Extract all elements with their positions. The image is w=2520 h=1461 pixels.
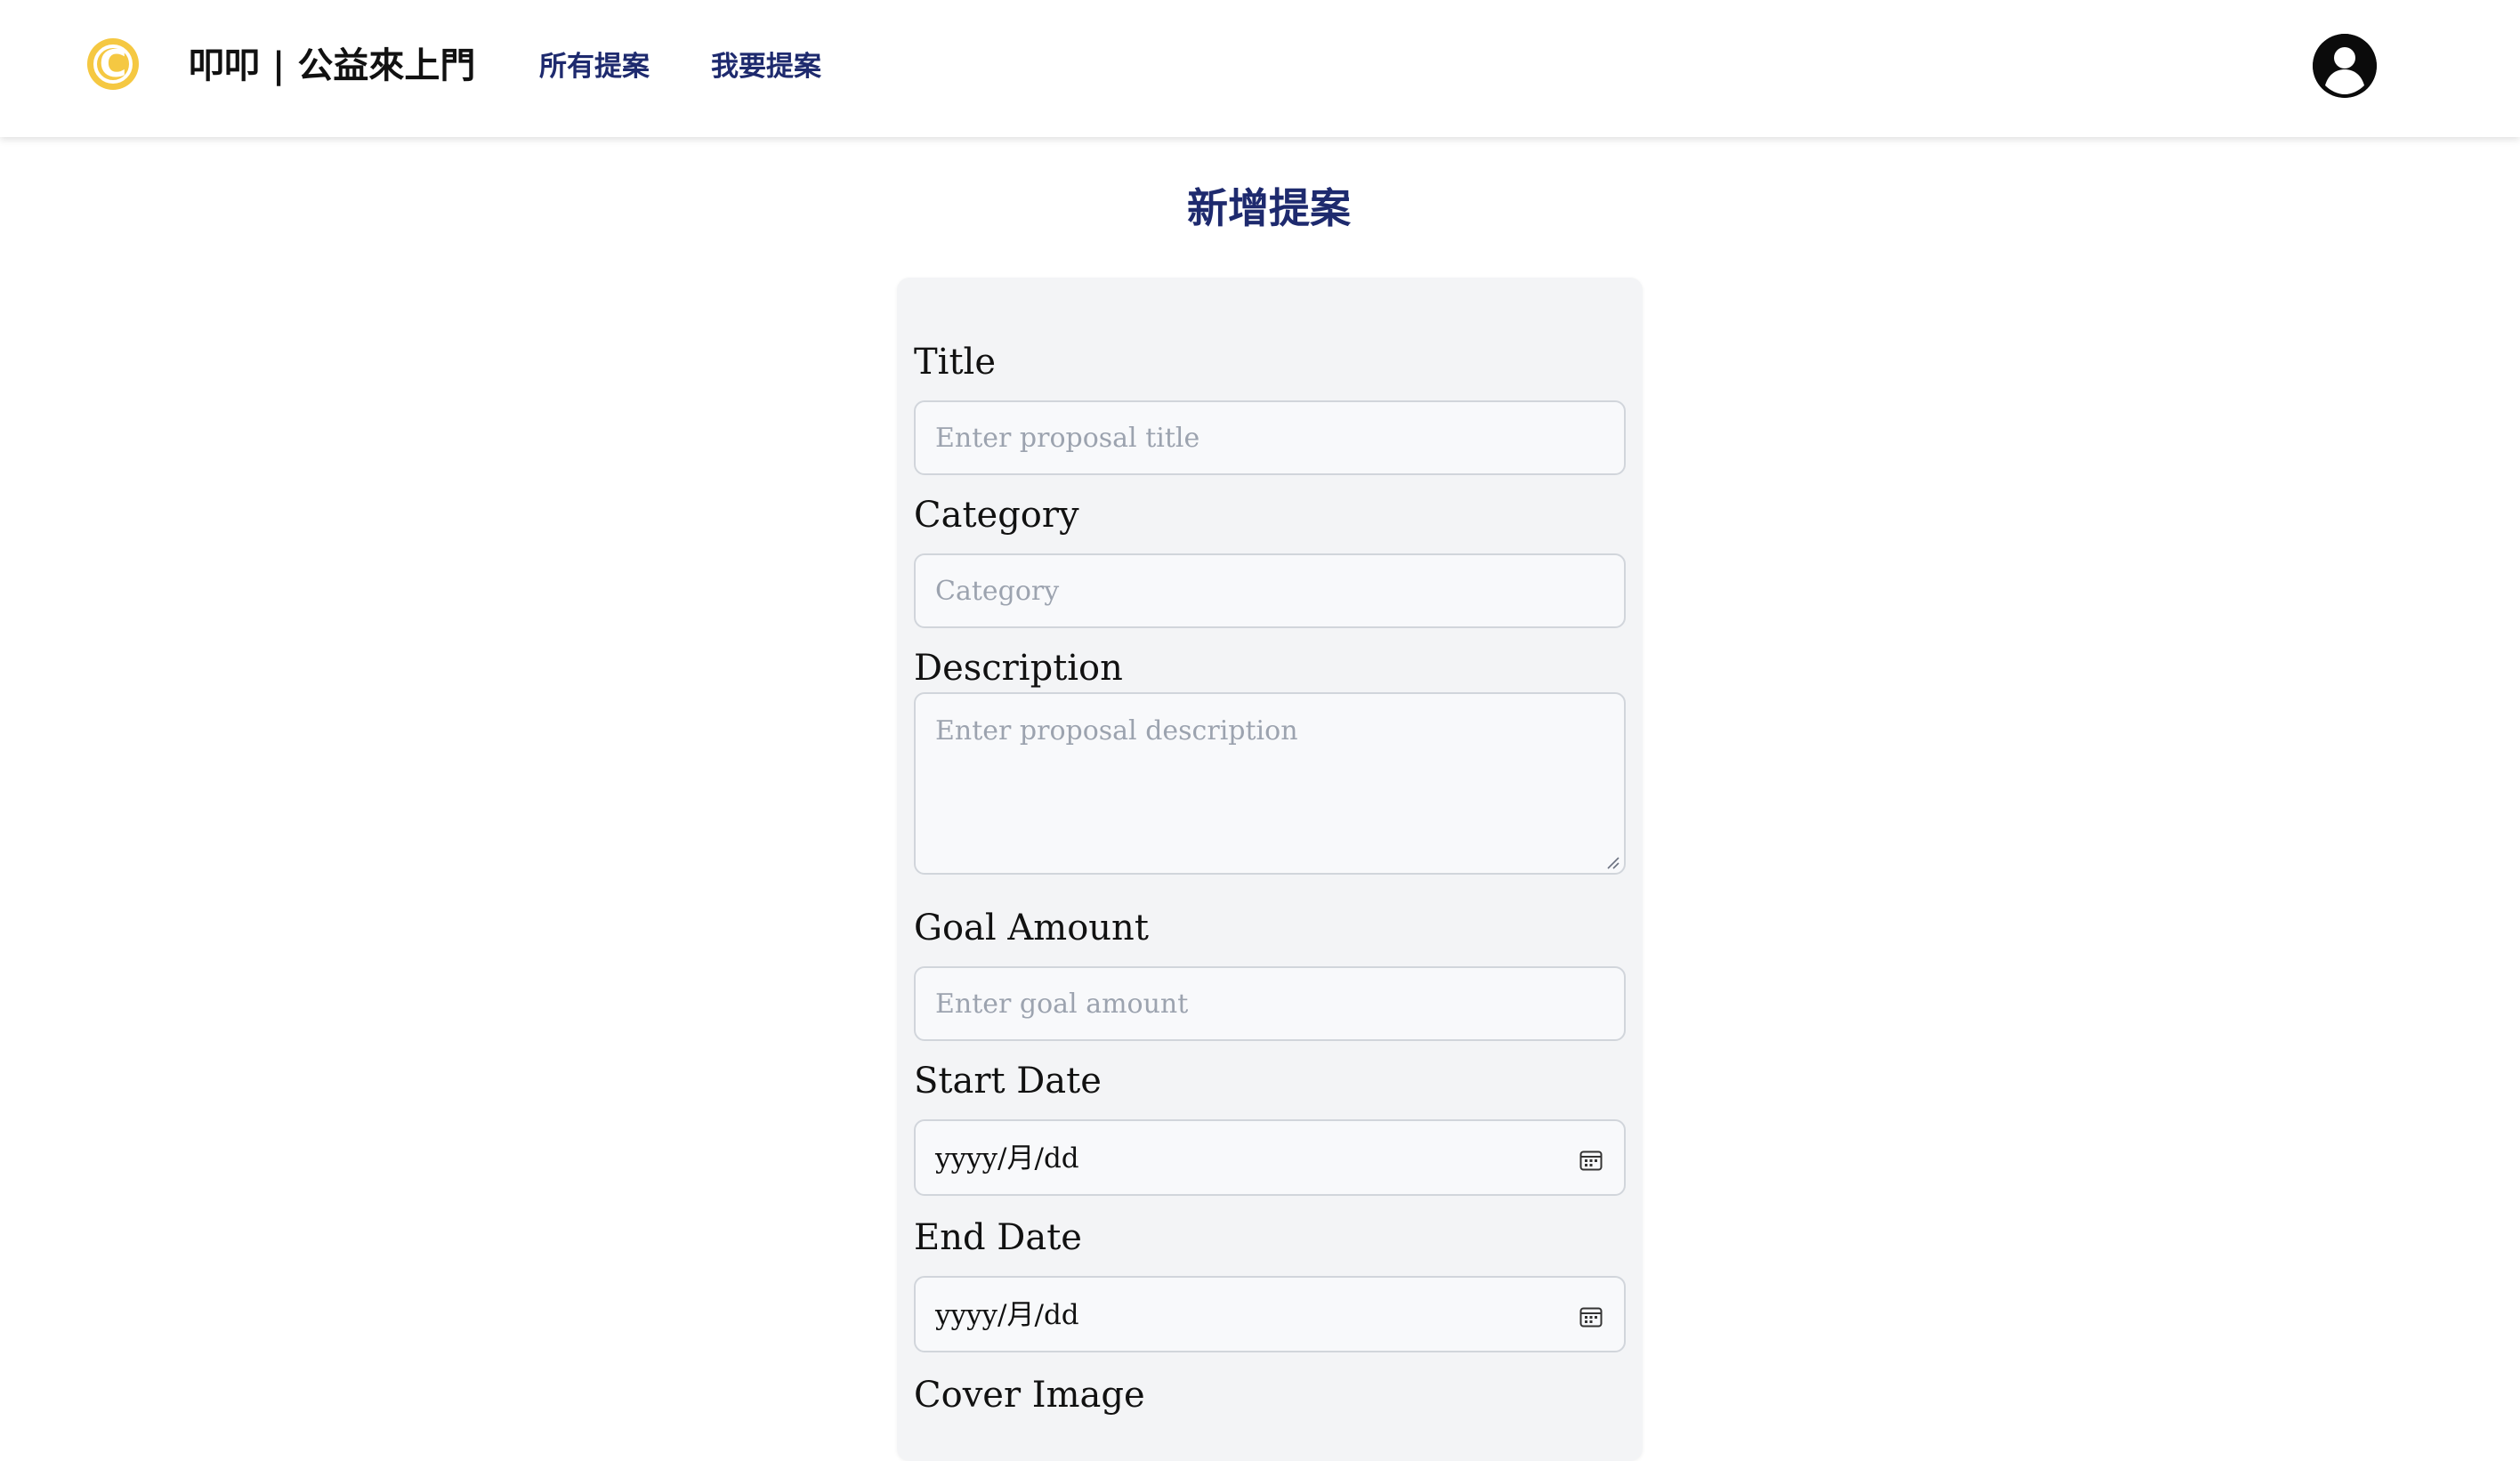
start-date-input[interactable]: yyyy/月/dd <box>914 1119 1626 1196</box>
end-date-label: End Date <box>914 1217 1082 1258</box>
goal-amount-input[interactable] <box>914 966 1626 1041</box>
end-date-value: yyyy/月/dd <box>935 1299 1079 1331</box>
title-input[interactable] <box>914 400 1626 475</box>
title-label: Title <box>914 342 997 383</box>
user-circle-icon <box>2313 34 2377 98</box>
nav-create-proposal[interactable]: 我要提案 <box>711 46 821 87</box>
cover-image-label: Cover Image <box>914 1375 1145 1416</box>
user-avatar-icon[interactable] <box>2313 34 2377 98</box>
description-textarea[interactable] <box>914 692 1626 875</box>
top-navbar: C 叩叩 | 公益來上門 所有提案 我要提案 <box>0 0 2520 137</box>
category-label: Category <box>914 495 1079 536</box>
logo-glyph: C <box>99 42 127 85</box>
logo-coin-icon[interactable]: C <box>87 38 139 90</box>
brand-title[interactable]: 叩叩 | 公益來上門 <box>189 41 475 91</box>
start-date-value: yyyy/月/dd <box>935 1142 1079 1174</box>
category-input[interactable] <box>914 553 1626 628</box>
goal-amount-label: Goal Amount <box>914 908 1149 948</box>
nav-all-proposals[interactable]: 所有提案 <box>539 46 650 87</box>
page-title: 新增提案 <box>1187 184 1351 232</box>
description-label: Description <box>914 648 1123 689</box>
calendar-icon[interactable] <box>1579 1150 1603 1171</box>
end-date-input[interactable]: yyyy/月/dd <box>914 1276 1626 1352</box>
resize-grip-icon[interactable] <box>1606 856 1620 870</box>
calendar-icon[interactable] <box>1579 1306 1603 1328</box>
start-date-label: Start Date <box>914 1061 1102 1102</box>
